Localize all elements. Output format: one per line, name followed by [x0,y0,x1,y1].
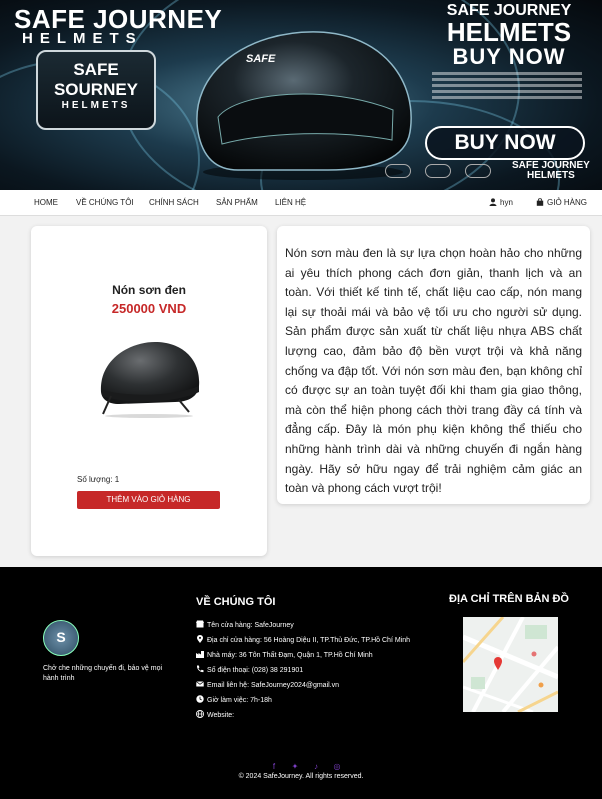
footer-contact-list: Tên cửa hàng: SafeJourney Địa chỉ cửa hà… [196,620,436,725]
footer-map-heading: ĐỊA CHỈ TRÊN BẢN ĐỒ [449,593,569,605]
footer-row-store: Tên cửa hàng: SafeJourney [196,620,436,631]
footer-row-text: Giờ làm việc: 7h-18h [207,697,272,704]
banner-badges [385,164,505,183]
nav-products[interactable]: SẢN PHẨM [216,198,258,207]
badge-icon [465,164,491,178]
banner-fine-print [432,72,582,102]
footer-row-text: Tên cửa hàng: SafeJourney [207,622,294,629]
footer-row-text: Địa chỉ cửa hàng: 56 Hoàng Diệu II, TP.T… [207,637,411,644]
footer-logo-text: S [56,629,66,645]
add-to-cart-button[interactable]: THÊM VÀO GIỎ HÀNG [77,491,220,509]
social-links: f ✦ ♪ ◎ [268,756,352,774]
badge-icon [425,164,451,178]
nav-home[interactable]: HOME [34,198,58,207]
footer-row-website: Website: [196,710,436,721]
instagram-icon[interactable]: ◎ [331,761,343,773]
footer-row-factory: Nhà máy: 36 Tôn Thất Đạm, Quận 1, TP.Hồ … [196,650,436,661]
shield-line3: HELMETS [61,100,131,111]
top-navbar: HOME VỀ CHÚNG TÔI CHÍNH SÁCH SẢN PHẨM LI… [0,190,602,216]
site-footer: S Chở che những chuyến đi, bảo vệ mọi hà… [0,567,602,799]
footer-row-email: Email liên hệ: SafeJourney2024@gmail.vn [196,680,436,691]
product-price: 250000 VND [111,301,187,316]
copyright-text: © 2024 SafeJourney. All rights reserved. [238,773,364,780]
nav-policy[interactable]: CHÍNH SÁCH [149,198,199,207]
banner-mini-brand: SAFE JOURNEY HELMETS [512,161,590,181]
product-description: Nón sơn màu đen là sự lựa chọn hoàn hảo … [285,246,582,496]
quantity-label: Số lượng: 1 [77,475,120,484]
user-name: hyn [500,198,513,207]
cart-label: GIỎ HÀNG [547,198,588,207]
location-pin-icon [197,635,203,643]
banner-right-title: SAFE JOURNEY HELMETS BUY NOW [428,2,590,70]
product-card: Nón sơn đen 250000 VND Số lượng: 1 THÊM … [31,226,267,556]
footer-logo: S [43,620,79,656]
hero-banner: SAFE JOURNEY HELMETS SAFE SOURNEY HELMET… [0,0,602,190]
banner-brand-subtitle: HELMETS [22,30,143,47]
location-map[interactable] [463,617,558,712]
store-icon [196,620,204,628]
footer-about-heading: VỀ CHÚNG TÔI [196,596,276,608]
footer-row-text: Số điện thoại: (028) 38 291901 [207,667,304,674]
nav-contact[interactable]: LIÊN HỆ [275,198,306,207]
footer-row-hours: Giờ làm việc: 7h-18h [196,695,436,706]
right-title-line3: BUY NOW [452,44,566,69]
footer-row-text: Nhà máy: 36 Tôn Thất Đạm, Quận 1, TP.Hồ … [207,652,373,659]
shield-line2: SOURNEY [53,80,139,99]
factory-icon [196,651,204,658]
product-helmet-image [100,342,200,418]
footer-row-text: Email liên hệ: SafeJourney2024@gmail.vn [207,682,340,689]
buy-now-button[interactable]: BUY NOW [425,126,585,160]
cart-link[interactable]: GIỎ HÀNG [536,198,587,207]
helmet-logo-text: SAFE [246,53,276,65]
shopping-bag-icon [536,198,544,206]
tiktok-icon[interactable]: ♪ [310,761,322,773]
footer-tagline: Chở che những chuyến đi, bảo vệ mọi hành… [43,665,163,682]
right-title-line2: HELMETS [446,17,572,47]
badge-icon [385,164,411,178]
user-account-link[interactable]: hyn [489,198,513,207]
footer-row-phone: Số điện thoại: (028) 38 291901 [196,665,436,676]
shield-line1: SAFE [73,60,119,79]
nav-about[interactable]: VỀ CHÚNG TÔI [76,198,134,207]
footer-row-address: Địa chỉ cửa hàng: 56 Hoàng Diệu II, TP.T… [196,635,436,646]
envelope-icon [196,681,204,687]
product-description-card: Nón sơn màu đen là sự lựa chọn hoàn hảo … [277,226,590,504]
footer-row-text: Website: [207,712,235,719]
globe-icon [196,710,204,718]
user-icon [489,198,497,206]
product-name: Nón sơn đen [112,283,186,297]
mini-brand-line2: HELMETS [527,170,575,181]
facebook-icon[interactable]: f [268,761,280,773]
phone-icon [196,665,204,673]
twitter-icon[interactable]: ✦ [289,761,301,773]
clock-icon [196,695,204,703]
hero-helmet-image: SAFE [196,31,412,180]
banner-shield-logo: SAFE SOURNEY HELMETS [36,50,156,130]
